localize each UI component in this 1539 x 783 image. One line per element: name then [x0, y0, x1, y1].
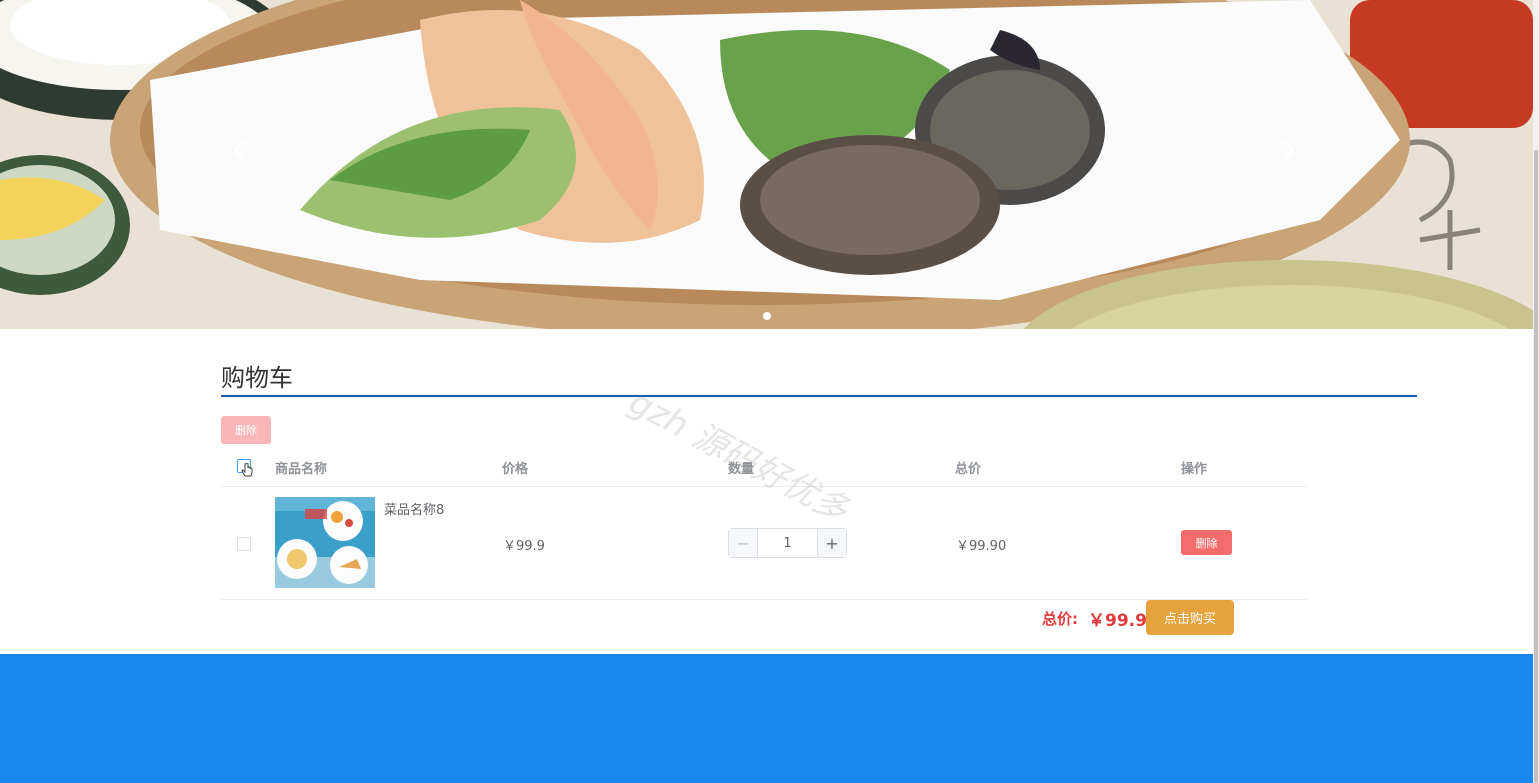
delete-selected-button[interactable]: 删除	[221, 416, 271, 444]
chevron-left-icon	[233, 139, 246, 161]
carousel-dot[interactable]	[762, 312, 771, 320]
increase-quantity-button[interactable]: +	[817, 529, 846, 557]
minus-icon: −	[736, 533, 750, 553]
column-header-total: 总价	[955, 462, 982, 477]
scrollbar-thumb[interactable]	[1534, 150, 1538, 783]
carousel-banner	[0, 0, 1533, 329]
product-price: ￥99.9	[503, 539, 545, 554]
decrease-quantity-button[interactable]: −	[729, 529, 758, 557]
hand-cursor-icon	[241, 463, 253, 477]
page-scrollbar[interactable]	[1533, 0, 1539, 783]
column-header-name: 商品名称	[275, 462, 328, 477]
product-name[interactable]: 菜品名称8	[384, 499, 444, 518]
quantity-input[interactable]: 1	[758, 529, 817, 557]
column-header-price: 价格	[502, 462, 529, 477]
table-row: 菜品名称8 ￥99.9 − 1 + ￥99.90 删除	[221, 487, 1307, 600]
plus-icon: +	[825, 533, 839, 553]
row-checkbox[interactable]	[237, 537, 251, 551]
row-subtotal: ￥99.90	[956, 539, 1007, 554]
page-title: 购物车	[221, 364, 293, 392]
quantity-stepper: − 1 +	[728, 528, 847, 558]
product-thumbnail[interactable]	[275, 497, 375, 588]
carousel-indicators	[0, 312, 1533, 320]
carousel-prev-button[interactable]	[222, 132, 258, 168]
delete-row-button[interactable]: 删除	[1181, 530, 1232, 555]
food-plates-image	[275, 497, 375, 588]
column-header-actions: 操作	[1181, 462, 1208, 477]
carousel-next-button[interactable]	[1270, 132, 1306, 168]
page-footer	[0, 654, 1533, 783]
title-divider	[221, 395, 1417, 397]
total-label: 总价:	[1042, 610, 1078, 628]
chevron-right-icon	[1282, 139, 1295, 161]
buy-button[interactable]: 点击购买	[1146, 600, 1234, 635]
